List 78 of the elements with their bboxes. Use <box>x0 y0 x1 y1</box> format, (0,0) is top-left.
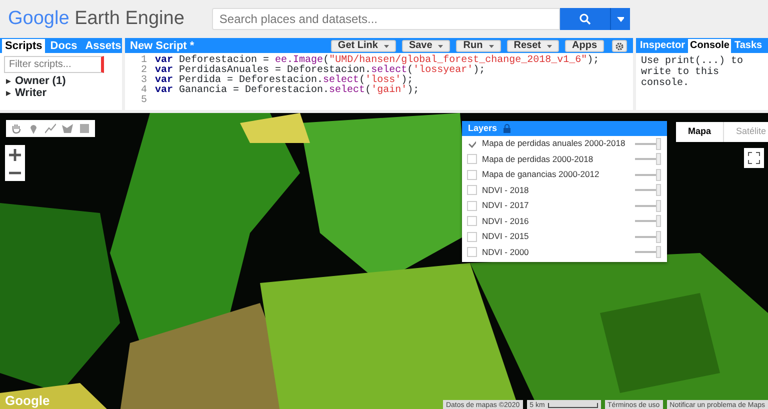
line-number: 1 <box>140 56 147 66</box>
slider-thumb[interactable] <box>656 200 661 212</box>
tree-item[interactable]: Owner (1) <box>0 75 122 87</box>
app-logo: Google Earth Engine <box>8 6 184 31</box>
line-number: 5 <box>140 96 147 106</box>
slider-thumb[interactable] <box>656 215 661 228</box>
opacity-slider[interactable] <box>635 184 661 196</box>
marker-icon[interactable] <box>28 123 39 134</box>
line-number: 3 <box>140 76 147 86</box>
map-logo: Google <box>5 392 50 409</box>
layer-checkbox[interactable] <box>467 170 477 180</box>
code-line: var Perdida = Deforestacion.select('loss'); <box>155 75 414 86</box>
layer-name: Mapa de ganancias 2000-2012 <box>482 168 600 182</box>
slider-thumb[interactable] <box>656 230 661 243</box>
toolbar-button[interactable]: Run <box>456 40 501 52</box>
slider-thumb[interactable] <box>656 184 661 196</box>
filter-field[interactable]: Filter scripts... <box>4 56 104 73</box>
caret-icon <box>384 44 389 48</box>
toolbar-button[interactable]: Apps <box>565 40 604 52</box>
slider-thumb[interactable] <box>656 153 661 166</box>
opacity-slider[interactable] <box>635 246 661 258</box>
slider-thumb[interactable] <box>656 246 661 258</box>
toolbar-button[interactable]: Save <box>402 40 450 52</box>
script-title: New Script * <box>129 39 196 53</box>
tree-item[interactable]: Writer <box>0 87 122 99</box>
layer-name: Mapa de perdidas 2000-2018 <box>482 152 594 166</box>
layer-name: Mapa de perdidas anuales 2000-2018 <box>482 137 626 150</box>
search-button[interactable] <box>560 8 610 30</box>
layer-name: NDVI - 2018 <box>482 184 529 197</box>
layer-name: NDVI - 2017 <box>482 199 529 212</box>
search-icon <box>579 13 592 25</box>
caret-icon <box>617 16 624 22</box>
fullscreen-icon <box>748 152 760 164</box>
opacity-slider[interactable] <box>635 138 661 150</box>
layer-checkbox[interactable] <box>467 185 477 196</box>
polygon-icon[interactable] <box>62 123 73 134</box>
layers-title: Layers <box>468 122 498 135</box>
caret-icon <box>488 44 494 48</box>
code-line: var Deforestacion = ee.Image("UMD/hansen/global_forest_change_2018_v1_6"); <box>155 55 600 66</box>
layer-name: NDVI - 2015 <box>482 230 529 244</box>
opacity-slider[interactable] <box>635 215 661 228</box>
opacity-slider[interactable] <box>635 168 661 181</box>
layer-name: NDVI - 2000 <box>482 246 529 259</box>
layer-checkbox[interactable] <box>467 216 477 226</box>
toolbar-button[interactable]: Reset <box>506 40 559 52</box>
search-dropdown-button[interactable] <box>610 8 630 30</box>
opacity-slider[interactable] <box>635 153 661 166</box>
slider-thumb[interactable] <box>656 168 661 181</box>
panel-tab[interactable]: Scripts <box>2 39 46 53</box>
line-number: 2 <box>140 66 147 76</box>
hand-icon[interactable] <box>11 123 22 134</box>
code-line: var Ganancia = Deforestacion.select('gain'); <box>155 85 420 96</box>
line-number: 4 <box>140 86 147 96</box>
layer-checkbox[interactable] <box>467 138 477 149</box>
layer-checkbox[interactable] <box>467 247 477 258</box>
toolbar-button[interactable]: Get Link <box>330 40 396 52</box>
settings-button[interactable] <box>612 40 627 52</box>
scale-bar-icon <box>548 403 598 408</box>
panel-tab[interactable]: Console <box>688 39 732 53</box>
line-icon[interactable] <box>45 123 56 134</box>
map-type-tab[interactable]: Mapa <box>676 122 724 142</box>
opacity-slider[interactable] <box>635 200 661 212</box>
rectangle-icon[interactable] <box>79 123 90 134</box>
console-message: Use print(...) to write to this console. <box>640 54 744 91</box>
search-field[interactable]: Search places and datasets... <box>212 8 560 30</box>
settings-icon <box>615 42 624 50</box>
opacity-slider[interactable] <box>635 230 661 243</box>
layer-checkbox[interactable] <box>467 154 477 164</box>
caret-icon <box>547 44 552 48</box>
lock-icon[interactable] <box>503 124 512 133</box>
code-line: var PerdidasAnuales = Deforestacion.select('lossyear'); <box>155 65 486 76</box>
layer-checkbox[interactable] <box>467 232 477 242</box>
layer-name: NDVI - 2016 <box>482 214 529 228</box>
slider-thumb[interactable] <box>656 138 661 150</box>
fullscreen-button[interactable] <box>744 148 764 168</box>
caret-icon <box>438 44 444 48</box>
plus-icon <box>9 149 21 162</box>
layer-checkbox[interactable] <box>467 200 477 211</box>
